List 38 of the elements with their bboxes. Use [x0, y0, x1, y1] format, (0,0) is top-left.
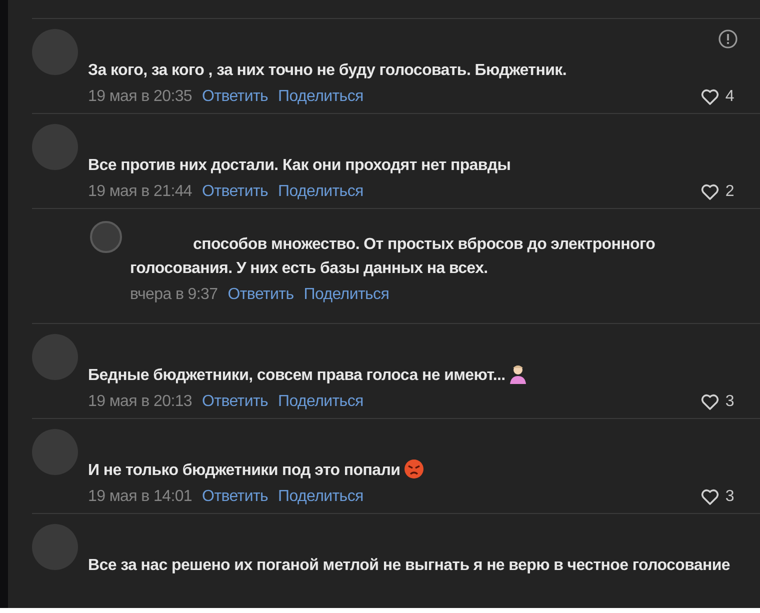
comment-text: Все за нас решено их поганой метлой не выгнать я не верю в честное голосование — [88, 556, 731, 576]
comment-date: вчера в 9:37 — [130, 286, 218, 304]
share-link[interactable]: Поделиться — [278, 88, 364, 106]
comment-text: Все против них достали. Как они проходят нет правды — [88, 156, 512, 176]
comment-text: За кого, за кого , за них точно не буду голосовать. Бюджетник. — [88, 61, 568, 81]
reply-link[interactable]: Ответить — [202, 182, 268, 201]
comment-date: 19 мая в 20:13 — [88, 393, 192, 412]
comment-date: 19 мая в 14:01 — [88, 488, 192, 506]
comment-text: способов множество. От простых вбросов до электронного голосования. У них есть базы данных на всех. — [130, 234, 656, 279]
reply-link[interactable]: Ответить — [202, 488, 268, 506]
like-count: 3 — [725, 488, 734, 506]
heart-icon[interactable] — [701, 489, 720, 506]
share-link[interactable]: Поделиться — [278, 393, 364, 412]
share-link[interactable]: Поделиться — [278, 182, 364, 201]
heart-icon[interactable] — [701, 89, 720, 105]
avatar — [32, 429, 78, 476]
share-link[interactable]: Поделиться — [304, 286, 390, 304]
comment-text: И не только бюджетники под это попали — [88, 459, 738, 484]
heart-icon[interactable] — [701, 184, 720, 200]
heart-icon[interactable] — [701, 394, 720, 410]
angry-emoji-icon — [404, 459, 424, 480]
avatar — [32, 124, 78, 170]
share-link[interactable]: Поделиться — [278, 488, 364, 506]
reply-link[interactable]: Ответить — [228, 286, 294, 304]
avatar — [32, 334, 78, 380]
like-count: 4 — [725, 88, 734, 106]
like-count: 3 — [725, 393, 734, 412]
like-count: 2 — [725, 182, 734, 201]
report-icon[interactable] — [718, 29, 738, 49]
reply-link[interactable]: Ответить — [202, 88, 268, 106]
avatar — [32, 29, 78, 75]
avatar — [32, 524, 78, 570]
reply-link[interactable]: Ответить — [202, 393, 268, 412]
comment-date: 19 мая в 20:35 — [88, 88, 192, 106]
comment-text: Бедные бюджетники, совсем права голоса не имеют... — [88, 364, 738, 388]
comment-date: 19 мая в 21:44 — [88, 182, 192, 201]
person-emoji-icon — [509, 364, 528, 384]
avatar — [90, 220, 122, 253]
